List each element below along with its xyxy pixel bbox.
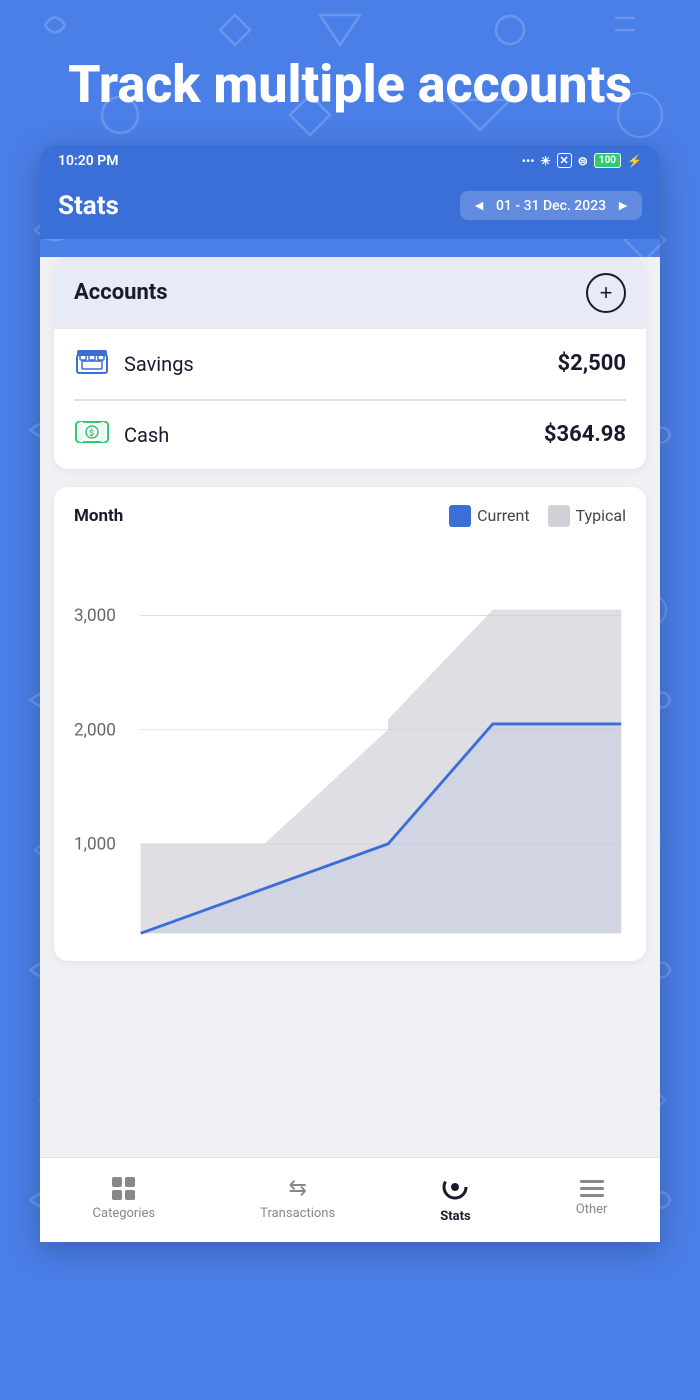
app-header: Stats ◄ 01 - 31 Dec. 2023 ► (40, 177, 660, 239)
battery-icon: 100 (594, 153, 621, 168)
nav-item-stats[interactable]: Stats (426, 1170, 484, 1228)
next-date-arrow[interactable]: ► (616, 197, 630, 214)
svg-text:2,000: 2,000 (74, 720, 116, 740)
svg-text:$: $ (89, 428, 94, 439)
promo-header: Track multiple accounts (0, 0, 700, 145)
stats-icon (442, 1174, 468, 1204)
typical-swatch (548, 505, 570, 527)
other-label: Other (576, 1202, 608, 1217)
accounts-header: Accounts + (54, 257, 646, 329)
date-range-label: 01 - 31 Dec. 2023 (496, 198, 606, 214)
bluetooth-icon: ✳ (540, 154, 550, 168)
wifi-icon: ⊜ (578, 154, 588, 168)
svg-text:1,000: 1,000 (74, 834, 116, 854)
chart-card: Month Current Typical 3,000 2,000 1,000 (54, 487, 646, 961)
savings-amount: $2,500 (557, 351, 626, 376)
date-navigator[interactable]: ◄ 01 - 31 Dec. 2023 ► (460, 191, 642, 220)
status-time: 10:20 PM (58, 153, 119, 169)
stats-label: Stats (440, 1209, 470, 1224)
nav-item-transactions[interactable]: ⇆ Transactions (246, 1172, 349, 1225)
savings-icon (74, 347, 110, 381)
add-account-button[interactable]: + (586, 273, 626, 313)
savings-name: Savings (124, 352, 543, 376)
current-label: Current (477, 506, 529, 525)
x-icon: ✕ (557, 153, 572, 168)
phone-screen: 10:20 PM ••• ✳ ✕ ⊜ 100 ⚡ Stats ◄ 01 - 31… (40, 145, 660, 1242)
cash-icon: $ (74, 419, 110, 451)
categories-icon (112, 1177, 136, 1201)
bottom-nav: Categories ⇆ Transactions Stats (40, 1157, 660, 1242)
app-title: Stats (58, 191, 119, 221)
accounts-title: Accounts (74, 280, 168, 305)
current-swatch (449, 505, 471, 527)
typical-label: Typical (576, 506, 626, 525)
cash-amount: $364.98 (544, 422, 626, 447)
svg-text:3,000: 3,000 (74, 606, 116, 626)
cash-name: Cash (124, 423, 530, 447)
account-row-cash[interactable]: $ Cash $364.98 (54, 401, 646, 469)
accounts-card: Accounts + Savings $2,500 (54, 257, 646, 469)
chart-period-label: Month (74, 506, 123, 526)
promo-title: Track multiple accounts (40, 55, 660, 115)
nav-item-categories[interactable]: Categories (79, 1173, 170, 1225)
dots-icon: ••• (522, 154, 535, 168)
prev-date-arrow[interactable]: ◄ (472, 197, 486, 214)
lightning-icon: ⚡ (627, 154, 642, 168)
transactions-icon: ⇆ (288, 1176, 306, 1201)
status-bar: 10:20 PM ••• ✳ ✕ ⊜ 100 ⚡ (40, 145, 660, 177)
chart-area: 3,000 2,000 1,000 (74, 543, 626, 943)
categories-label: Categories (93, 1206, 156, 1221)
status-icons: ••• ✳ ✕ ⊜ 100 ⚡ (522, 153, 642, 168)
other-icon (580, 1180, 604, 1197)
nav-item-other[interactable]: Other (562, 1176, 622, 1221)
legend-current: Current (449, 505, 529, 527)
chart-svg: 3,000 2,000 1,000 (74, 543, 626, 943)
account-row-savings[interactable]: Savings $2,500 (54, 329, 646, 399)
legend-typical: Typical (548, 505, 626, 527)
chart-legend: Month Current Typical (74, 505, 626, 527)
transactions-label: Transactions (260, 1206, 335, 1221)
app-content: Accounts + Savings $2,500 (40, 257, 660, 1157)
